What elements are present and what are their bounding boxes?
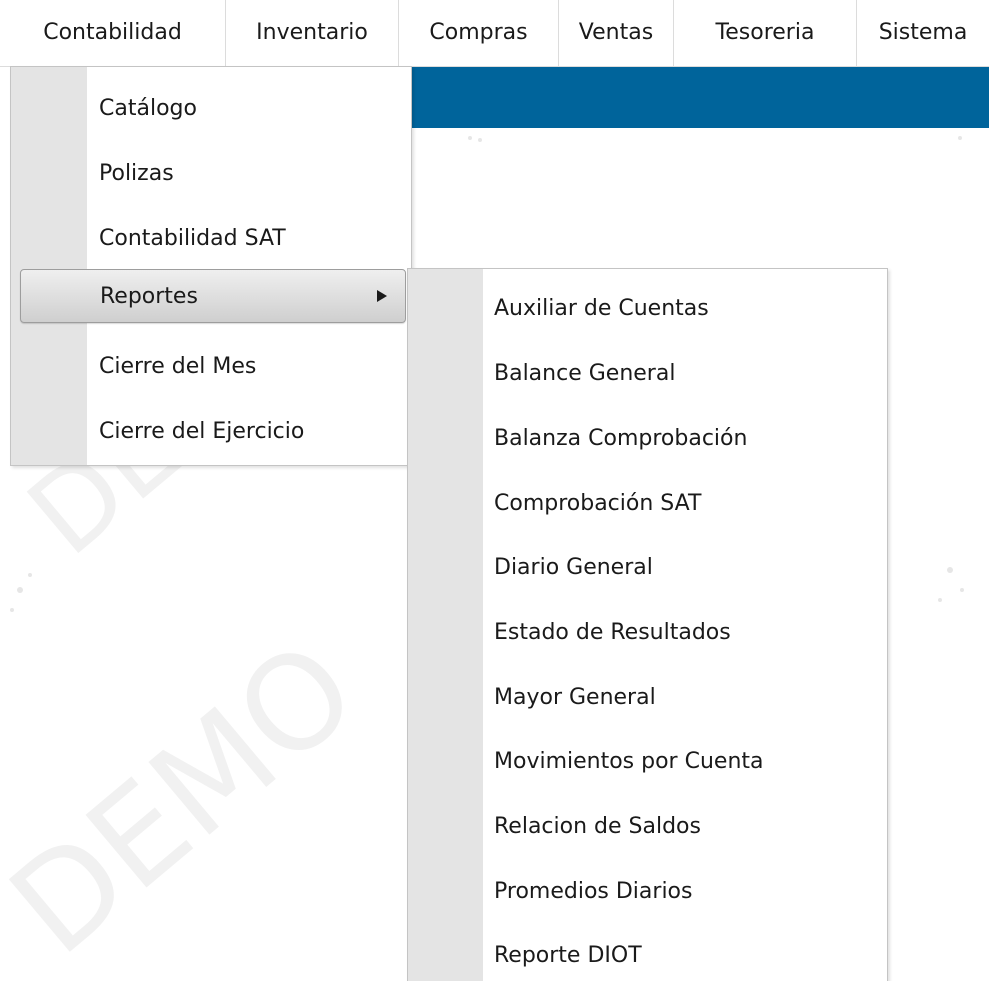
submenu-item-movimientos-cuenta[interactable]: Movimientos por Cuenta	[408, 737, 885, 787]
menu-item-contabilidad-sat[interactable]: Contabilidad SAT	[11, 214, 409, 264]
submenu-item-label: Mayor General	[494, 685, 656, 710]
submenu-item-label: Movimientos por Cuenta	[494, 749, 764, 774]
submenu-item-label: Reporte DIOT	[494, 943, 642, 968]
watermark-text-lower: DEMO	[0, 612, 384, 981]
submenu-item-balanza-comprobacion[interactable]: Balanza Comprobación	[408, 414, 885, 464]
menu-bar: Contabilidad Inventario Compras Ventas T…	[0, 0, 989, 67]
submenu-item-diario-general[interactable]: Diario General	[408, 543, 885, 593]
menu-item-label: Catálogo	[99, 96, 197, 121]
submenu-item-label: Balance General	[494, 361, 676, 386]
menu-tesoreria[interactable]: Tesoreria	[674, 0, 857, 66]
menu-item-label: Cierre del Mes	[99, 354, 257, 379]
menu-item-catalogo[interactable]: Catálogo	[11, 84, 409, 134]
submenu-item-label: Relacion de Saldos	[494, 814, 701, 839]
reportes-submenu: Auxiliar de Cuentas Balance General Bala…	[407, 268, 888, 981]
submenu-item-estado-resultados[interactable]: Estado de Resultados	[408, 608, 885, 658]
header-band	[410, 67, 989, 128]
menu-item-cierre-ejercicio[interactable]: Cierre del Ejercicio	[11, 407, 409, 457]
menu-compras[interactable]: Compras	[399, 0, 559, 66]
menu-item-cierre-mes[interactable]: Cierre del Mes	[11, 342, 409, 392]
submenu-item-comprobacion-sat[interactable]: Comprobación SAT	[408, 479, 885, 529]
submenu-item-label: Diario General	[494, 555, 653, 580]
menu-sistema[interactable]: Sistema	[857, 0, 989, 66]
submenu-item-mayor-general[interactable]: Mayor General	[408, 673, 885, 723]
submenu-arrow-icon	[377, 290, 387, 302]
submenu-item-label: Comprobación SAT	[494, 491, 702, 516]
menu-ventas[interactable]: Ventas	[559, 0, 674, 66]
submenu-item-relacion-saldos[interactable]: Relacion de Saldos	[408, 802, 885, 852]
submenu-item-label: Estado de Resultados	[494, 620, 731, 645]
submenu-item-balance-general[interactable]: Balance General	[408, 349, 885, 399]
menu-item-label: Contabilidad SAT	[99, 226, 286, 251]
menu-item-label: Polizas	[99, 161, 174, 186]
menu-inventario[interactable]: Inventario	[226, 0, 399, 66]
contabilidad-dropdown: Catálogo Polizas Contabilidad SAT Report…	[10, 66, 412, 466]
submenu-item-reporte-diot[interactable]: Reporte DIOT	[408, 931, 885, 981]
submenu-item-label: Auxiliar de Cuentas	[494, 296, 709, 321]
menu-item-label: Cierre del Ejercicio	[99, 419, 305, 444]
menu-item-reportes[interactable]: Reportes	[20, 269, 406, 323]
app-window: DEMO DEMO Contabilidad Inventario Compra…	[0, 0, 989, 981]
menu-item-polizas[interactable]: Polizas	[11, 149, 409, 199]
menu-item-label: Reportes	[100, 284, 198, 309]
submenu-item-label: Promedios Diarios	[494, 879, 693, 904]
submenu-item-promedios-diarios[interactable]: Promedios Diarios	[408, 867, 885, 917]
submenu-item-auxiliar-cuentas[interactable]: Auxiliar de Cuentas	[408, 284, 885, 334]
submenu-item-label: Balanza Comprobación	[494, 426, 748, 451]
menu-contabilidad[interactable]: Contabilidad	[0, 0, 226, 66]
